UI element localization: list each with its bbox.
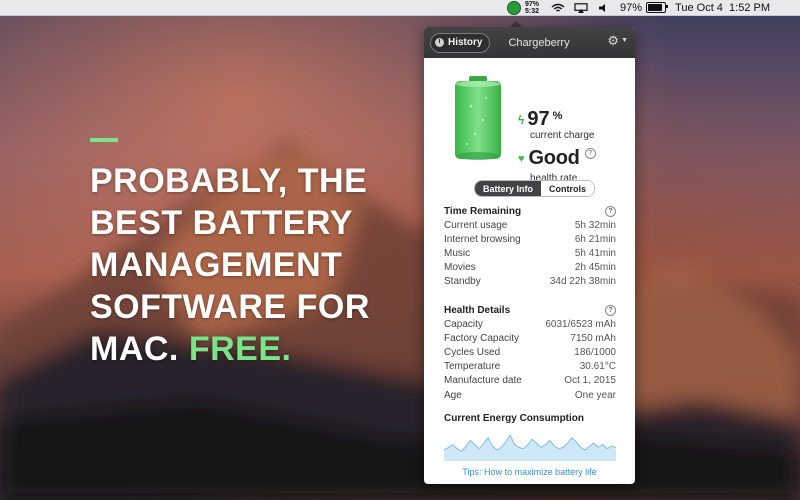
health-details-section: Health Details ? Capacity 6031/6523 mAh F…	[444, 303, 616, 402]
time-remaining-section: Time Remaining ? Current usage 5h 32min I…	[444, 204, 616, 289]
row-label: Cycles Used	[444, 346, 501, 358]
chargeberry-popover: History Chargeberry ⚙ ▼ ϟ 97 % current c…	[424, 27, 635, 484]
headline-line-2: BEST BATTERY	[90, 204, 353, 242]
list-item: Cycles Used 186/1000	[444, 345, 616, 359]
headline-line-5: MAC. FREE.	[90, 328, 410, 370]
help-icon[interactable]: ?	[605, 304, 616, 316]
list-item: Temperature 30.61°C	[444, 360, 616, 374]
headline-line-1: PROBABLY, THE	[90, 162, 368, 200]
health-details-title: Health Details	[444, 304, 511, 316]
tab-controls[interactable]: Controls	[541, 181, 595, 196]
battery-menu[interactable]: 97%	[620, 1, 669, 14]
battery-level-icon	[455, 76, 501, 160]
list-item: Movies 2h 45min	[444, 261, 616, 275]
row-label: Temperature	[444, 361, 501, 373]
wifi-icon	[551, 3, 565, 12]
row-label: Current usage	[444, 219, 508, 231]
charge-readout: ϟ 97 %	[518, 108, 562, 131]
headline-line-4: SOFTWARE FOR	[90, 288, 370, 326]
energy-area	[444, 435, 616, 461]
row-value: One year	[574, 389, 616, 401]
chargeberry-icon	[506, 0, 521, 15]
volume-menu[interactable]	[597, 3, 611, 13]
chargeberry-menu-extra[interactable]: 97% 5:32	[506, 0, 539, 15]
menu-extra-percent: 97%	[524, 0, 539, 8]
health-value: Good	[528, 147, 580, 169]
gear-icon: ⚙	[607, 33, 620, 48]
row-label: Internet browsing	[444, 233, 521, 245]
settings-menu-button[interactable]: ⚙ ▼	[607, 34, 628, 48]
wifi-menu[interactable]	[551, 3, 565, 13]
row-label: Music	[444, 247, 471, 259]
menu-datetime: Tue Oct 4 1:52 PM	[675, 1, 770, 14]
row-label: Age	[444, 389, 462, 401]
headline-line-3: MANAGEMENT	[90, 246, 343, 284]
energy-chart	[443, 431, 617, 461]
row-label: Capacity	[444, 318, 483, 330]
popover-header: History Chargeberry ⚙ ▼	[424, 27, 635, 58]
health-readout: ♥ Good ?	[518, 147, 596, 170]
airplay-icon	[574, 2, 588, 13]
charge-value: 97	[527, 108, 550, 130]
headline-free: FREE.	[188, 330, 292, 368]
menu-extra-time: 5:32	[524, 7, 539, 15]
list-item: Capacity 6031/6523 mAh	[444, 317, 616, 331]
tab-battery-info[interactable]: Battery Info	[475, 181, 542, 196]
headline-mac: MAC.	[90, 330, 189, 368]
list-item: Internet browsing 6h 21min	[444, 232, 616, 246]
help-icon[interactable]: ?	[584, 148, 596, 159]
row-value: 6h 21min	[574, 233, 616, 245]
help-icon[interactable]: ?	[605, 205, 616, 217]
battery-percent: 97%	[620, 1, 643, 14]
energy-chart-svg	[443, 434, 617, 461]
row-label: Manufacture date	[444, 375, 522, 387]
menu-extra-readout: 97% 5:32	[525, 1, 539, 15]
row-value: 34d 22h 38min	[549, 276, 616, 288]
row-value: 186/1000	[574, 346, 616, 358]
time-remaining-title: Time Remaining	[444, 205, 522, 217]
popover-title: Chargeberry	[508, 36, 570, 49]
health-details-header: Health Details ?	[444, 303, 616, 317]
speaker-icon	[599, 3, 605, 12]
clock-icon	[435, 38, 444, 47]
marketing-headline: PROBABLY, THE BEST BATTERY MANAGEMENT SO…	[90, 160, 410, 370]
energy-section: Current Energy Consumption	[444, 411, 616, 425]
row-value: 2h 45min	[574, 262, 616, 274]
battery-tips-link[interactable]: Tips: How to maximize battery life	[424, 467, 635, 477]
battery-icon	[646, 2, 669, 13]
heart-icon: ♥	[518, 152, 525, 165]
list-item: Music 5h 41min	[444, 246, 616, 260]
row-value: Oct 1, 2015	[564, 375, 616, 387]
row-label: Factory Capacity	[444, 332, 520, 344]
row-value: 30.61°C	[579, 361, 616, 373]
history-label: History	[448, 37, 483, 48]
row-value: 5h 32min	[574, 219, 616, 231]
accent-dash	[90, 138, 118, 142]
row-label: Movies	[444, 262, 476, 274]
battery-status: ϟ 97 % current charge ♥ Good ? health ra…	[424, 58, 635, 194]
row-value: 6031/6523 mAh	[545, 318, 616, 330]
row-label: Standby	[444, 276, 481, 288]
energy-title: Current Energy Consumption	[444, 412, 585, 424]
list-item: Factory Capacity 7150 mAh	[444, 331, 616, 345]
time-remaining-header: Time Remaining ?	[444, 204, 616, 218]
charge-label: current charge	[530, 130, 595, 141]
clock-menu[interactable]: Tue Oct 4 1:52 PM	[675, 2, 770, 14]
list-item: Manufacture date Oct 1, 2015	[444, 374, 616, 388]
menu-bar: 97% 5:32 97% Tue Oct 4 1:52 PM	[0, 0, 800, 16]
info-tabs: Battery Info Controls	[474, 180, 596, 197]
list-item: Current usage 5h 32min	[444, 218, 616, 232]
row-value: 7150 mAh	[570, 332, 616, 344]
chevron-down-icon: ▼	[621, 37, 628, 44]
list-item: Age One year	[444, 388, 616, 402]
charge-unit: %	[552, 110, 563, 122]
list-item: Standby 34d 22h 38min	[444, 275, 616, 289]
bolt-icon: ϟ	[518, 112, 525, 127]
row-value: 5h 41min	[574, 247, 616, 259]
airplay-menu[interactable]	[574, 2, 588, 13]
history-button[interactable]: History	[430, 32, 491, 53]
